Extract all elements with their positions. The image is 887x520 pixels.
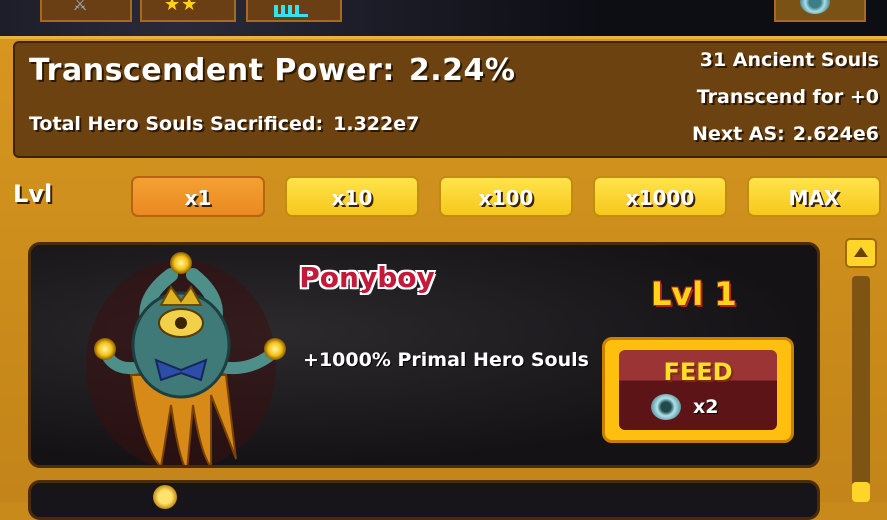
- scrollbar-thumb[interactable]: [852, 482, 870, 502]
- tab-heroes[interactable]: ⚔: [40, 0, 132, 22]
- multiplier-x1-button[interactable]: x1: [131, 176, 265, 217]
- multiplier-x100-button[interactable]: x100: [439, 176, 573, 217]
- multiplier-x1000-button[interactable]: x1000: [593, 176, 727, 217]
- souls-sacrificed: Total Hero Souls Sacrificed: 1.322e7: [29, 113, 419, 135]
- ancient-soul-icon: [651, 394, 681, 420]
- outsider-description: +1000% Primal Hero Souls: [303, 349, 589, 371]
- feed-label: FEED: [663, 358, 733, 386]
- next-as-label: Next AS:: [692, 123, 785, 145]
- next-as-value: 2.624e6: [792, 123, 879, 145]
- multiplier-max-button[interactable]: MAX: [747, 176, 881, 217]
- ancient-souls-count: 31 Ancient Souls: [699, 49, 879, 71]
- outsider-level: Lvl 1: [651, 275, 737, 313]
- feed-cost: x2: [693, 396, 719, 418]
- stars-icon: ★★: [164, 0, 199, 15]
- souls-sacrificed-label: Total Hero Souls Sacrificed:: [29, 113, 324, 135]
- transcendent-power-label: Transcendent Power:: [29, 53, 395, 88]
- scroll-up-button[interactable]: [845, 238, 877, 268]
- souls-sacrificed-value: 1.322e7: [333, 113, 420, 135]
- feed-button[interactable]: FEED x2: [602, 337, 794, 443]
- multiplier-x10-button[interactable]: x10: [285, 176, 419, 217]
- transcend-for: Transcend for +0: [696, 86, 879, 108]
- level-multiplier-label: Lvl: [13, 180, 53, 208]
- outsider-card: Ponyboy Lvl 1 +1000% Primal Hero Souls F…: [28, 242, 820, 468]
- orb-icon: [153, 485, 177, 509]
- next-ancient-soul: Next AS: 2.624e6: [692, 123, 879, 145]
- feed-button-face: FEED x2: [619, 350, 777, 430]
- transcendence-info-panel: Transcendent Power: 2.24% Total Hero Soul…: [13, 41, 887, 158]
- ancient-soul-icon: [800, 0, 830, 14]
- transcendent-power: Transcendent Power: 2.24%: [29, 53, 515, 88]
- transcendent-power-value: 2.24%: [408, 53, 516, 88]
- tab-achievements[interactable]: ★★: [140, 0, 236, 22]
- tab-transcendence[interactable]: [774, 0, 866, 22]
- bar-chart-icon: [274, 2, 308, 17]
- sword-icon: ⚔: [72, 0, 89, 15]
- top-tab-bar: ⚔ ★★: [0, 0, 887, 38]
- tab-stats[interactable]: [246, 0, 342, 22]
- scrollbar-track[interactable]: [852, 276, 870, 486]
- next-outsider-card: [28, 480, 820, 520]
